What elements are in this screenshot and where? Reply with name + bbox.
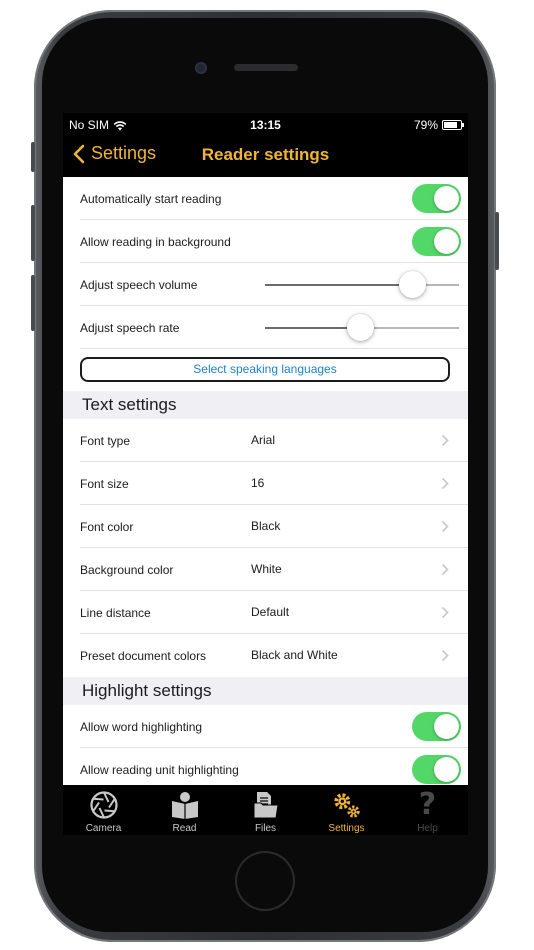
tab-read-label: Read (172, 823, 197, 834)
battery-icon (442, 120, 464, 130)
tab-help[interactable]: ? Help (387, 785, 468, 835)
status-bar: No SIM 13:15 79% (63, 113, 468, 135)
toggle-knob (434, 757, 459, 782)
power-button (495, 212, 499, 270)
camera-icon (89, 790, 119, 820)
font-type-value: Arial (251, 433, 276, 447)
tab-settings-label: Settings (328, 823, 365, 834)
word-highlighting-row: Allow word highlighting (63, 705, 468, 748)
auto-start-row: Automatically start reading (63, 177, 468, 220)
tab-camera[interactable]: Camera (63, 785, 144, 835)
preset-colors-value: Black and White (251, 648, 338, 662)
settings-list: Automatically start reading Allow readin… (63, 177, 468, 785)
speech-volume-label: Adjust speech volume (80, 277, 198, 292)
page-title: Reader settings (201, 145, 330, 164)
font-size-row[interactable]: Font size 16 (63, 462, 468, 505)
chevron-right-icon (441, 606, 449, 619)
font-type-row[interactable]: Font type Arial (63, 419, 468, 462)
earpiece-speaker (234, 64, 298, 71)
font-size-value: 16 (251, 476, 265, 490)
chevron-right-icon (441, 477, 449, 490)
volume-up-button (31, 205, 35, 261)
background-reading-row: Allow reading in background (63, 220, 468, 263)
speech-rate-thumb[interactable] (347, 314, 375, 341)
chevron-right-icon (441, 434, 449, 447)
battery-percent: 79% (413, 118, 438, 132)
word-highlighting-label: Allow word highlighting (80, 719, 203, 734)
tab-camera-label: Camera (85, 823, 122, 834)
help-icon: ? (418, 787, 437, 822)
speech-volume-row: Adjust speech volume (63, 263, 468, 306)
speech-rate-row: Adjust speech rate (63, 306, 468, 349)
preset-colors-label: Preset document colors (80, 648, 207, 663)
speech-rate-slider[interactable] (265, 306, 459, 349)
settings-icon (332, 790, 362, 820)
tab-read[interactable]: Read (144, 785, 225, 835)
unit-highlighting-label: Allow reading unit highlighting (80, 762, 239, 777)
battery-level (444, 122, 457, 128)
background-color-value: White (251, 562, 282, 576)
background-reading-toggle[interactable] (412, 227, 461, 256)
read-icon (170, 790, 200, 820)
font-size-label: Font size (80, 476, 129, 491)
preset-colors-row[interactable]: Preset document colors Black and White (63, 634, 468, 677)
text-settings-header: Text settings (63, 391, 468, 419)
chevron-right-icon (441, 563, 449, 576)
speech-volume-slider[interactable] (265, 263, 459, 306)
select-languages-button[interactable]: Select speaking languages (80, 357, 450, 382)
highlight-settings-header: Highlight settings (63, 677, 468, 705)
background-color-label: Background color (80, 562, 174, 577)
tab-help-label: Help (417, 823, 438, 834)
toggle-knob (434, 186, 459, 211)
front-camera (195, 62, 207, 74)
line-distance-value: Default (251, 605, 290, 619)
toggle-knob (434, 229, 459, 254)
chevron-right-icon (441, 520, 449, 533)
background-color-row[interactable]: Background color White (63, 548, 468, 591)
unit-highlighting-row: Allow reading unit highlighting (63, 748, 468, 785)
home-button[interactable] (235, 851, 295, 911)
app-screen: No SIM 13:15 79% Settings Reader setting… (63, 113, 468, 835)
unit-highlighting-toggle[interactable] (412, 755, 461, 784)
speech-rate-label: Adjust speech rate (80, 320, 180, 335)
toggle-knob (434, 714, 459, 739)
silent-switch (31, 142, 35, 172)
chevron-right-icon (441, 649, 449, 662)
tab-files-label: Files (254, 823, 277, 834)
tab-bar: Camera Read Files Settings ? Help (63, 785, 468, 835)
font-color-value: Black (251, 519, 281, 533)
navigation-bar: Settings Reader settings (63, 135, 468, 177)
slider-fill (265, 327, 361, 329)
files-icon (251, 790, 281, 820)
auto-start-toggle[interactable] (412, 184, 461, 213)
speech-volume-thumb[interactable] (399, 271, 427, 298)
background-reading-label: Allow reading in background (80, 234, 231, 249)
font-type-label: Font type (80, 433, 131, 448)
word-highlighting-toggle[interactable] (412, 712, 461, 741)
line-distance-row[interactable]: Line distance Default (63, 591, 468, 634)
font-color-row[interactable]: Font color Black (63, 505, 468, 548)
languages-button-row: Select speaking languages (63, 349, 468, 391)
tab-settings[interactable]: Settings (306, 785, 387, 835)
slider-fill (265, 284, 413, 286)
status-time: 13:15 (250, 118, 281, 132)
font-color-label: Font color (80, 519, 134, 534)
volume-down-button (31, 275, 35, 331)
tab-files[interactable]: Files (225, 785, 306, 835)
line-distance-label: Line distance (80, 605, 151, 620)
auto-start-label: Automatically start reading (80, 191, 222, 206)
